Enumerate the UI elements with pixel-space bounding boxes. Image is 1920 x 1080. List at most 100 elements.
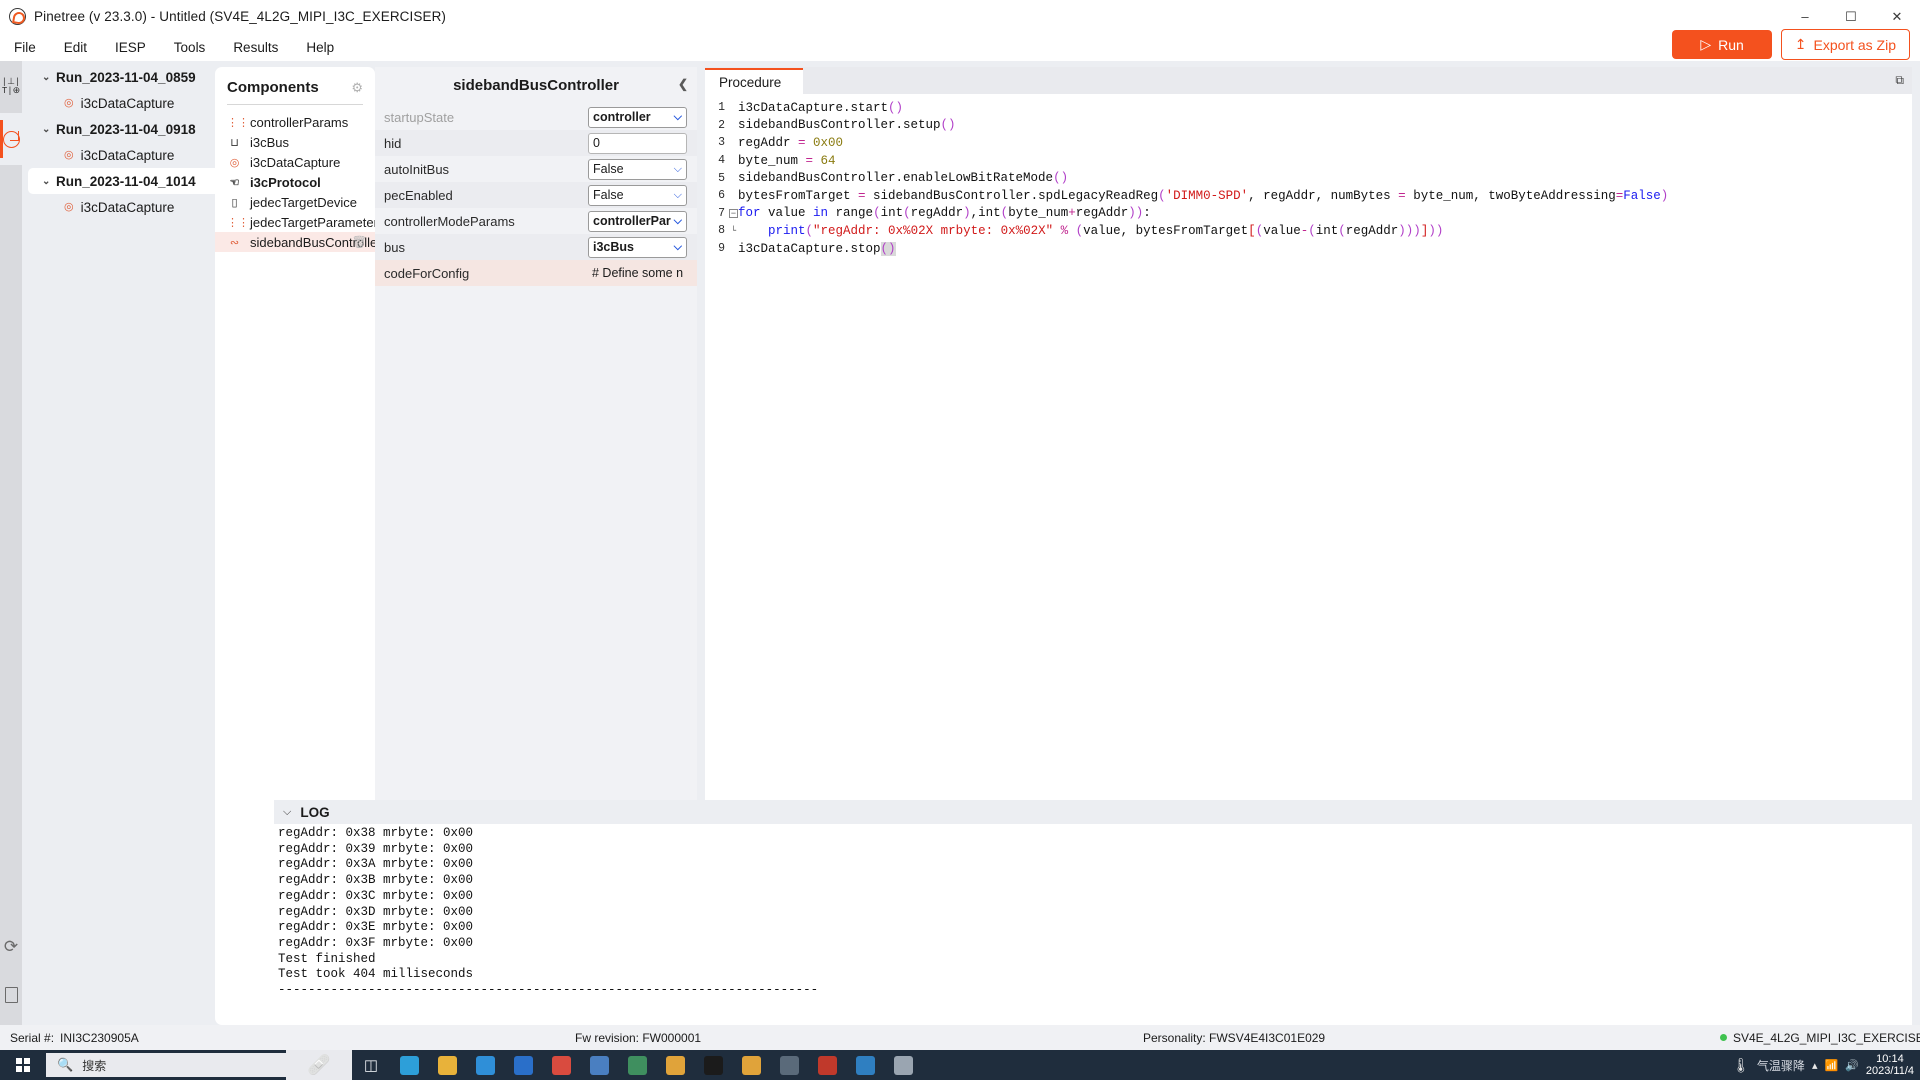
chevron-down-icon[interactable]: ⌵ [283, 806, 291, 819]
trash-icon[interactable]: 🗑 [352, 235, 367, 249]
line-number: 9 [718, 242, 725, 256]
upload-arrow-icon: ↥ [1794, 36, 1807, 52]
code-text: regAddr = 0x00 [738, 135, 844, 150]
fold-marker[interactable]: − [729, 208, 738, 218]
rail-parameters-button[interactable]: |⊥| T|⊕ [0, 61, 22, 113]
run-child-2-0[interactable]: ◎ i3cDataCapture [22, 194, 215, 220]
capture-icon: ◎ [64, 202, 74, 214]
excel-icon[interactable] [618, 1050, 656, 1080]
vscode-icon[interactable] [846, 1050, 884, 1080]
run-group-1[interactable]: ⌄ Run_2023-11-04_0918 [22, 116, 215, 142]
hid-input[interactable]: 0 [588, 132, 687, 154]
capture-icon: ◎ [64, 150, 74, 162]
tab-procedure[interactable]: Procedure [705, 68, 804, 94]
component-label: i3cDataCapture [250, 154, 341, 170]
volume-icon[interactable]: 🔊 [1845, 1059, 1859, 1072]
clock[interactable]: 10:14 2023/11/4 [1866, 1053, 1914, 1077]
weather-icon[interactable]: 🌡 [1732, 1057, 1750, 1074]
pecenabled-select[interactable]: False ⌵ [588, 184, 687, 206]
run-group-0[interactable]: ⌄ Run_2023-11-04_0859 [22, 64, 215, 90]
run-tree: ⌄ Run_2023-11-04_0859 ◎ i3cDataCapture ⌄… [22, 61, 215, 1025]
search-input[interactable]: 🔍 搜索 [46, 1053, 286, 1077]
status-bar: Serial #: INI3C230905A Fw revision: FW00… [0, 1025, 1920, 1050]
pinetree-icon-glyph [893, 1055, 913, 1075]
component-label: jedecTargetDevice [250, 194, 357, 210]
run-child-2-0-label: i3cDataCapture [80, 199, 175, 215]
autoinitbus-select[interactable]: False ⌵ [588, 158, 687, 180]
log-header[interactable]: ⌵ LOG [274, 800, 1912, 824]
log-line: regAddr: 0x39 mrbyte: 0x00 [278, 841, 474, 856]
component-item-jedectargetparameters[interactable]: ⋮⋮ jedecTargetParameters [215, 212, 384, 232]
menu-item-tools[interactable]: Tools [160, 37, 220, 58]
explorer-icon-glyph [437, 1055, 457, 1075]
taskview-icon[interactable]: ◫ [352, 1050, 390, 1080]
menu-bar: File Edit IESP Tools Results Help ▷ Run … [0, 29, 1920, 61]
pinetree-icon[interactable] [884, 1050, 922, 1080]
app-c-icon[interactable] [808, 1050, 846, 1080]
app-b-icon[interactable] [732, 1050, 770, 1080]
settings-icon[interactable] [770, 1050, 808, 1080]
run-button[interactable]: ▷ Run [1672, 30, 1772, 59]
run-button-label: Run [1718, 36, 1744, 53]
menu-item-edit[interactable]: Edit [50, 37, 101, 58]
component-item-jedectargetdevice[interactable]: ▯ jedecTargetDevice [215, 192, 375, 212]
property-label: codeForConfig [384, 265, 470, 281]
log-line: regAddr: 0x38 mrbyte: 0x00 [278, 826, 474, 840]
app-a-icon[interactable] [656, 1050, 694, 1080]
fold-marker[interactable]: └ [729, 226, 738, 236]
rail-report-button[interactable] [0, 971, 22, 1019]
bus-select[interactable]: i3cBus ⌵ [588, 236, 687, 258]
word-icon[interactable] [580, 1050, 618, 1080]
startupstate-select[interactable]: controller ⌵ [588, 106, 687, 128]
codeforconfig-input[interactable]: # Define some name [588, 263, 687, 284]
property-label: startupState [384, 109, 455, 125]
edge-icon[interactable] [390, 1050, 428, 1080]
component-item-i3cdatacapture[interactable]: ◎ i3cDataCapture [215, 152, 375, 172]
rail-refresh-button[interactable]: ⟳ [0, 923, 22, 971]
app-c-icon-glyph [817, 1055, 837, 1075]
windows-start-icon[interactable] [0, 1050, 46, 1080]
run-child-1-0[interactable]: ◎ i3cDataCapture [22, 142, 215, 168]
code-text: print("regAddr: 0x%02X mrbyte: 0x%02X" %… [768, 223, 1444, 238]
code-text: i3cDataCapture.stop() [738, 241, 896, 256]
property-row-startupstate: startupState controller ⌵ [375, 104, 697, 130]
chevron-left-icon[interactable]: ❮ [678, 77, 688, 91]
select-value: False [593, 162, 624, 176]
export-zip-button[interactable]: ↥ Export as Zip [1780, 29, 1910, 60]
chevron-up-icon[interactable]: ▴ [1812, 1059, 1818, 1072]
menu-item-file[interactable]: File [0, 37, 50, 58]
sdk-icon[interactable] [694, 1050, 732, 1080]
log-line: regAddr: 0x3A mrbyte: 0x00 [278, 857, 474, 872]
property-row-bus: bus i3cBus ⌵ [375, 234, 697, 260]
select-value: controllerPara [593, 214, 671, 228]
controllermodeparams-select[interactable]: controllerPara ⌵ [588, 210, 687, 232]
component-item-i3cprotocol[interactable]: ☜ i3cProtocol [215, 172, 375, 192]
status-connection: SV4E_4L2G_MIPI_I3C_EXERCISER Connected [1720, 1031, 1920, 1045]
run-group-2[interactable]: ⌄ Run_2023-11-04_1014 [28, 168, 215, 194]
expand-icon[interactable]: ⧉ [1895, 73, 1904, 88]
status-serial-value: INI3C230905A [60, 1030, 139, 1045]
network-icon[interactable]: 📶 [1824, 1059, 1838, 1072]
code-text: i3cDataCapture.start() [738, 100, 904, 115]
component-item-sidebandbuscontroller[interactable]: ∾ sidebandBusController 🗑 [215, 232, 382, 252]
code-text: sidebandBusController.enableLowBitRateMo… [738, 171, 1069, 186]
pharaoh-icon[interactable]: 🩹 [286, 1050, 352, 1080]
rail-results-button[interactable] [0, 113, 22, 165]
menu-item-iesp[interactable]: IESP [101, 37, 160, 58]
code-line: 9 i3cDataCapture.stop() [705, 240, 1912, 258]
component-item-i3cbus[interactable]: ⊔ i3cBus [215, 132, 375, 152]
gear-icon[interactable]: ⚙ [351, 80, 363, 96]
menu-item-results[interactable]: Results [219, 37, 292, 58]
property-label: hid [384, 135, 402, 151]
select-value: i3cBus [593, 240, 634, 254]
capture-icon: ◎ [64, 98, 74, 110]
menu-item-help[interactable]: Help [292, 37, 348, 58]
line-number: 6 [718, 189, 725, 203]
store-icon[interactable] [466, 1050, 504, 1080]
run-child-0-0[interactable]: ◎ i3cDataCapture [22, 90, 215, 116]
component-item-controllerparams[interactable]: ⋮⋮ controllerParams [215, 112, 375, 132]
chrome-icon[interactable] [542, 1050, 580, 1080]
chevron-down-icon: ⌄ [42, 175, 51, 187]
outlook-icon[interactable] [504, 1050, 542, 1080]
explorer-icon[interactable] [428, 1050, 466, 1080]
